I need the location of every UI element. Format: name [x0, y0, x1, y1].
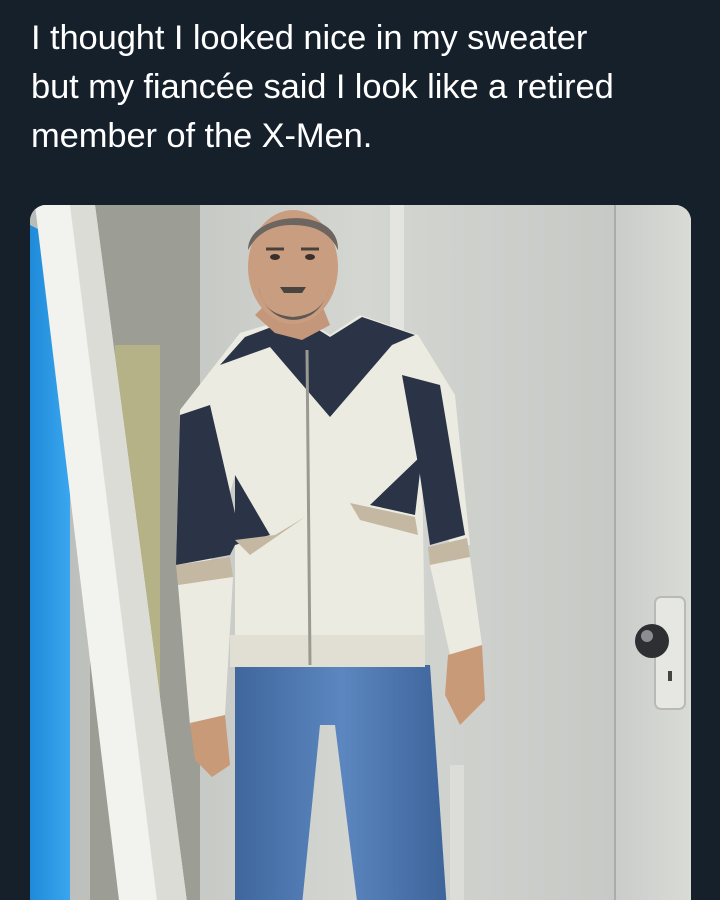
tweet-text-line-1: I thought I looked nice in my sweater [31, 19, 588, 57]
tweet-text-line-2: but my fiancée said I look like a retire… [31, 68, 614, 106]
sweater-waistband [230, 635, 425, 667]
meme-page: I thought I looked nice in my sweater bu… [0, 0, 720, 900]
tweet-text: I thought I looked nice in my sweater bu… [31, 14, 701, 161]
door-knob [635, 624, 669, 658]
photo-illustration [30, 205, 691, 900]
tweet-photo[interactable] [30, 205, 691, 900]
tweet-text-line-3: member of the X-Men. [31, 117, 373, 155]
right-door [615, 205, 691, 900]
